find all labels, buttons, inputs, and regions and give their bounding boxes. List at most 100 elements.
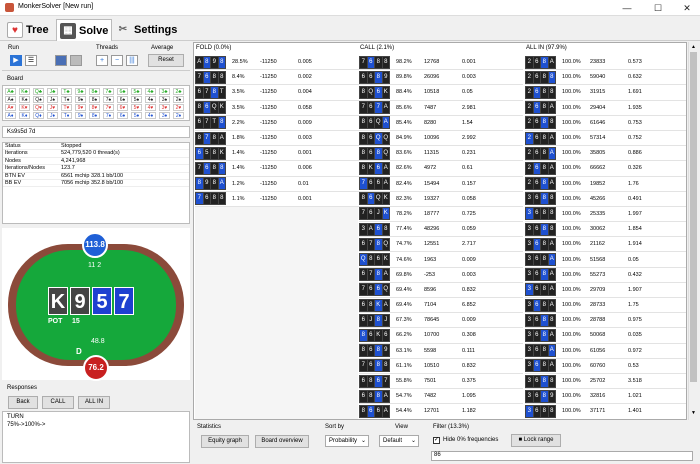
- scroll-down-icon[interactable]: ▼: [691, 410, 696, 416]
- board-card-option[interactable]: 8♦: [89, 112, 100, 119]
- board-card-option[interactable]: 5♥: [131, 104, 142, 111]
- strategy-row[interactable]: 8 6 8 Q 83.6% 11315 0.231: [359, 146, 523, 162]
- board-overview-button[interactable]: Board overview: [255, 435, 309, 448]
- board-card-option[interactable]: J♥: [47, 104, 58, 111]
- board-card-option[interactable]: J♠: [47, 96, 58, 103]
- board-card-option[interactable]: 3♥: [159, 104, 170, 111]
- strategy-row[interactable]: 8 6 Q K 82.3% 19327 0.058: [359, 192, 523, 207]
- strategy-row[interactable]: 3688100.0%324770.276: [525, 420, 687, 421]
- board-card-option[interactable]: 6♥: [117, 104, 128, 111]
- board-card-option[interactable]: 8♠: [89, 96, 100, 103]
- strategy-row[interactable]: 2 6 8 A 100.0% 66662 0.326: [525, 161, 686, 177]
- board-card-option[interactable]: 9♣: [75, 88, 86, 95]
- strategy-row[interactable]: 3 6 8 9 100.0% 32816 1.021: [525, 389, 686, 405]
- maximize-button[interactable]: ☐: [643, 1, 673, 15]
- board-card-option[interactable]: K♠: [19, 96, 30, 103]
- strategy-row[interactable]: 2 6 8 A 100.0% 19852 1.76: [525, 177, 686, 192]
- board-card-option[interactable]: 5♠: [131, 96, 142, 103]
- equity-graph-button[interactable]: Equity graph: [201, 435, 249, 448]
- board-card-option[interactable]: 5♣: [131, 88, 142, 95]
- close-button[interactable]: ✕: [672, 1, 700, 15]
- board-card-option[interactable]: A♣: [5, 88, 16, 95]
- strategy-row[interactable]: 2 6 8 8 100.0% 31915 1.691: [525, 85, 686, 101]
- strategy-row[interactable]: 2 6 8 A 100.0% 57314 0.752: [525, 131, 686, 147]
- save-icon[interactable]: [55, 55, 67, 66]
- allin-button[interactable]: ALL IN: [78, 396, 110, 409]
- strategy-row[interactable]: 6 8 K A 69.4% 7104 6.852: [359, 298, 523, 314]
- strategy-row[interactable]: 7 6 7 A 85.6% 7487 2.981: [359, 101, 523, 116]
- strategy-row[interactable]: 8 6 8 9 63.1% 5598 0.111: [359, 344, 523, 359]
- board-card-option[interactable]: 8♣: [89, 88, 100, 95]
- strategy-row[interactable]: 3 6 8 8 100.0% 28788 0.975: [525, 313, 686, 329]
- strategy-row[interactable]: 3 6 8 A 100.0% 60760 0.53: [525, 359, 686, 374]
- filter-input[interactable]: 86: [431, 451, 693, 461]
- board-card-option[interactable]: A♠: [5, 96, 16, 103]
- board-card-option[interactable]: 4♣: [145, 88, 156, 95]
- reset-button[interactable]: Reset: [148, 54, 184, 67]
- strategy-row[interactable]: 7 6 6 A 82.4% 15494 0.157: [359, 177, 523, 192]
- board-card-option[interactable]: T♥: [61, 104, 72, 111]
- board-card-option[interactable]: 9♠: [75, 96, 86, 103]
- board-card-option[interactable]: 7♥: [103, 104, 114, 111]
- play-button[interactable]: ▶: [10, 55, 22, 66]
- strategy-row[interactable]: A 8 9 8 28.5% -11250 0.005: [195, 55, 359, 71]
- board-card-option[interactable]: Q♥: [33, 104, 44, 111]
- board-card-option[interactable]: A♦: [5, 112, 16, 119]
- board-card-option[interactable]: 4♦: [145, 112, 156, 119]
- open-icon[interactable]: [70, 55, 82, 66]
- lock-range-button[interactable]: ■ Lock range: [511, 434, 561, 447]
- strategy-row[interactable]: 6 8 6 7 55.8% 7501 0.375: [359, 374, 523, 390]
- strategy-row[interactable]: 8 7 8 A 1.8% -11250 0.003: [195, 131, 359, 147]
- strategy-row[interactable]: 8 K 6 A 82.6% 4972 0.61: [359, 161, 523, 177]
- hide0-checkbox[interactable]: ✓: [433, 437, 440, 444]
- board-card-option[interactable]: 9♥: [75, 104, 86, 111]
- strategy-row[interactable]: 3 6 8 A 100.0% 21162 1.914: [525, 237, 686, 253]
- board-card-option[interactable]: K♣: [19, 88, 30, 95]
- strategy-row[interactable]: 6 J 8 J 67.3% 78645 0.009: [359, 313, 523, 329]
- board-card-option[interactable]: 7♦: [103, 112, 114, 119]
- strategy-row[interactable]: 2 6 8 8 100.0% 61646 0.753: [525, 116, 686, 131]
- strategy-row[interactable]: 3 6 8 A 100.0% 51568 0.05: [525, 252, 686, 268]
- board-card-option[interactable]: 2♣: [173, 88, 184, 95]
- board-card-option[interactable]: 4♥: [145, 104, 156, 111]
- strategy-row[interactable]: 6 5 8 K 1.4% -11250 0.001: [195, 146, 359, 162]
- threads-bars-button[interactable]: |||: [126, 55, 138, 66]
- board-card-option[interactable]: Q♦: [33, 112, 44, 119]
- board-card-option[interactable]: 7♠: [103, 96, 114, 103]
- strategy-row[interactable]: 3 6 8 8 100.0% 25335 1.997: [525, 207, 686, 223]
- board-input[interactable]: Ks9s5d 7d: [2, 126, 190, 138]
- strategy-row[interactable]: 8 6 Q K 3.5% -11250 0.058: [195, 101, 359, 116]
- board-card-option[interactable]: Q♣: [33, 88, 44, 95]
- strategy-row[interactable]: 3 6 8 A 100.0% 28733 1.75: [525, 298, 686, 314]
- board-card-option[interactable]: 4♠: [145, 96, 156, 103]
- strategy-row[interactable]: 8 Q 6 K 88.4% 10518 0.05: [359, 85, 523, 101]
- strategy-row[interactable]: 6 7 8 T 3.5% -11250 0.004: [195, 85, 359, 101]
- strategy-row[interactable]: 7 6 6 Q 69.4% 8596 0.832: [359, 283, 523, 298]
- board-card-option[interactable]: 7♣: [103, 88, 114, 95]
- list-button[interactable]: ☰: [25, 55, 37, 66]
- strategy-row[interactable]: 8 6 K 6 66.2% 10700 0.308: [359, 328, 523, 344]
- sort-select[interactable]: Probability ⌄: [325, 435, 369, 447]
- board-card-option[interactable]: T♠: [61, 96, 72, 103]
- strategy-row[interactable]: 7 6 8 8 61.1% 10510 0.832: [359, 359, 523, 374]
- board-card-option[interactable]: 2♥: [173, 104, 184, 111]
- scroll-thumb[interactable]: [690, 52, 697, 382]
- strategy-row[interactable]: 3 6 8 A 100.0% 61056 0.972: [525, 344, 686, 359]
- strategy-row[interactable]: Q 8 6 K 74.6% 1963 0.009: [359, 252, 523, 268]
- board-card-option[interactable]: 6♣: [117, 88, 128, 95]
- board-card-option[interactable]: J♦: [47, 112, 58, 119]
- call-button[interactable]: CALL: [42, 396, 74, 409]
- tab-solve[interactable]: ▦ Solve: [56, 19, 113, 41]
- strategy-row[interactable]: 6 7 8 Q 74.7% 12551 2.717: [359, 237, 523, 253]
- threads-minus-button[interactable]: −: [111, 55, 123, 66]
- strategy-row[interactable]: 8 9 8 A 1.2% -11250 0.01: [195, 177, 359, 192]
- scroll-up-icon[interactable]: ▲: [691, 44, 696, 50]
- board-card-option[interactable]: 3♦: [159, 112, 170, 119]
- strategy-row[interactable]: 7 6 8 8 98.2% 12768 0.001: [359, 55, 523, 71]
- board-card-option[interactable]: K♥: [19, 104, 30, 111]
- strategy-row[interactable]: 6 8 8 A 54.7% 7482 1.095: [359, 389, 523, 405]
- strategy-row[interactable]: 8 6 Q A 85.4% 8280 1.54: [359, 116, 523, 131]
- strategy-row[interactable]: 3 6 8 A 100.0% 50068 0.035: [525, 328, 686, 344]
- strategy-row[interactable]: 3 6 8 8 100.0% 25702 3.518: [525, 374, 686, 390]
- strategy-row[interactable]: 3 A 6 8 77.4% 48296 0.059: [359, 222, 523, 238]
